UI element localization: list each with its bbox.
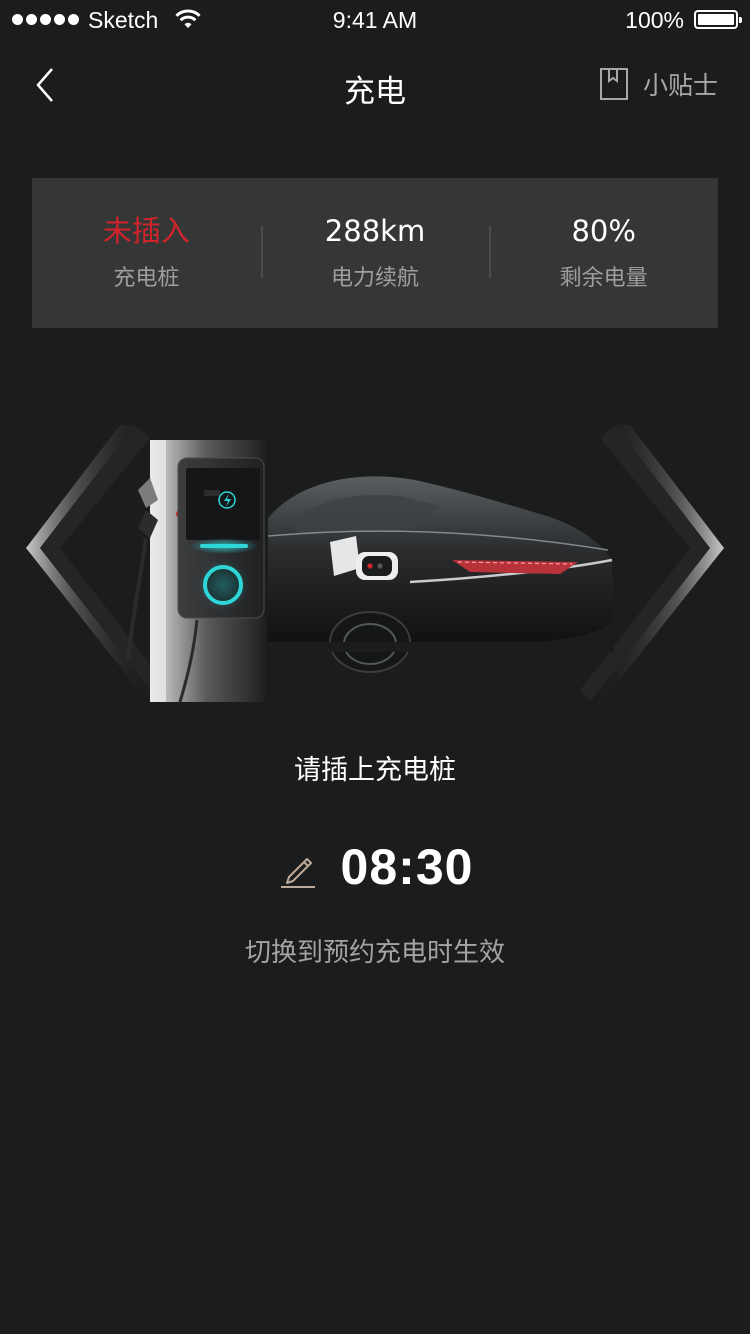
edit-pencil-icon[interactable] xyxy=(277,845,317,889)
battery-icon xyxy=(694,10,742,29)
status-bar: Sketch 9:41 AM 100% xyxy=(0,0,750,40)
scheduled-time-row: 08:30 xyxy=(0,838,750,896)
charging-info-card: 未插入 充电桩 288km 电力续航 80% 剩余电量 xyxy=(32,178,718,328)
battery-level-value: 80% xyxy=(571,214,636,248)
charging-page: Sketch 9:41 AM 100% 充电 小贴士 未插入 充电桩 288km… xyxy=(0,0,750,1334)
plug-in-prompt: 请插上充电桩 xyxy=(294,755,456,786)
charger-status-label: 充电桩 xyxy=(113,266,180,291)
bookmark-icon xyxy=(599,68,628,100)
nav-bar: 充电 小贴士 xyxy=(0,40,750,130)
battery-percentage: 100% xyxy=(625,7,684,33)
tips-label: 小贴士 xyxy=(642,71,718,100)
schedule-hint: 切换到预约充电时生效 xyxy=(244,938,505,968)
info-charger-status: 未插入 充电桩 xyxy=(32,178,261,328)
scheduled-time[interactable]: 08:30 xyxy=(341,838,474,896)
info-battery: 80% 剩余电量 xyxy=(489,178,718,328)
range-value: 288km xyxy=(324,214,426,248)
battery-level-label: 剩余电量 xyxy=(559,266,648,291)
info-range: 288km 电力续航 xyxy=(260,178,490,328)
charger-status-value: 未插入 xyxy=(102,214,190,248)
range-label: 电力续航 xyxy=(331,266,420,291)
charging-illustration xyxy=(26,425,724,703)
tips-button[interactable]: 小贴士 xyxy=(599,64,718,104)
